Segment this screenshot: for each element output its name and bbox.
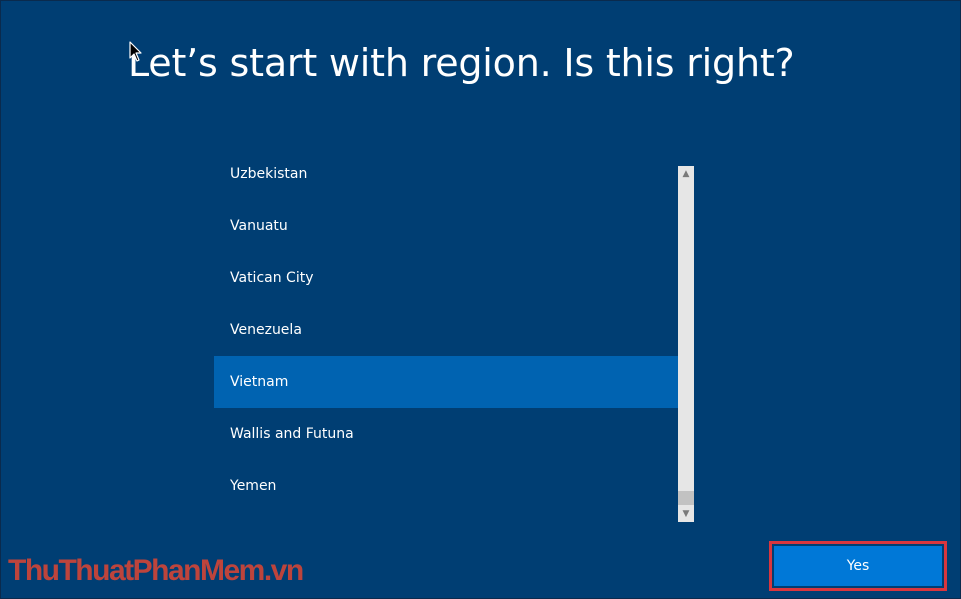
list-item[interactable]: Vatican City [214, 252, 678, 304]
scrollbar-thumb[interactable] [678, 491, 694, 505]
watermark-logo: ThuThuatPhanMem.vn [8, 554, 304, 587]
list-item[interactable]: Venezuela [214, 304, 678, 356]
list-item-selected[interactable]: Vietnam [214, 356, 678, 408]
region-list[interactable]: Uzbekistan Vanuatu Vatican City Venezuel… [214, 166, 694, 522]
chevron-up-icon[interactable]: ▲ [678, 166, 694, 182]
list-item[interactable]: Uzbekistan [214, 166, 678, 200]
chevron-down-icon[interactable]: ▼ [678, 506, 694, 522]
page-title: Let’s start with region. Is this right? [128, 41, 795, 86]
list-item[interactable]: Vanuatu [214, 200, 678, 252]
region-list-items: Uzbekistan Vanuatu Vatican City Venezuel… [214, 166, 678, 512]
list-item[interactable]: Yemen [214, 460, 678, 512]
yes-button[interactable]: Yes [774, 546, 942, 586]
list-item[interactable]: Wallis and Futuna [214, 408, 678, 460]
mouse-pointer-icon [129, 41, 142, 62]
region-list-scrollbar[interactable]: ▲ ▼ [678, 166, 694, 522]
